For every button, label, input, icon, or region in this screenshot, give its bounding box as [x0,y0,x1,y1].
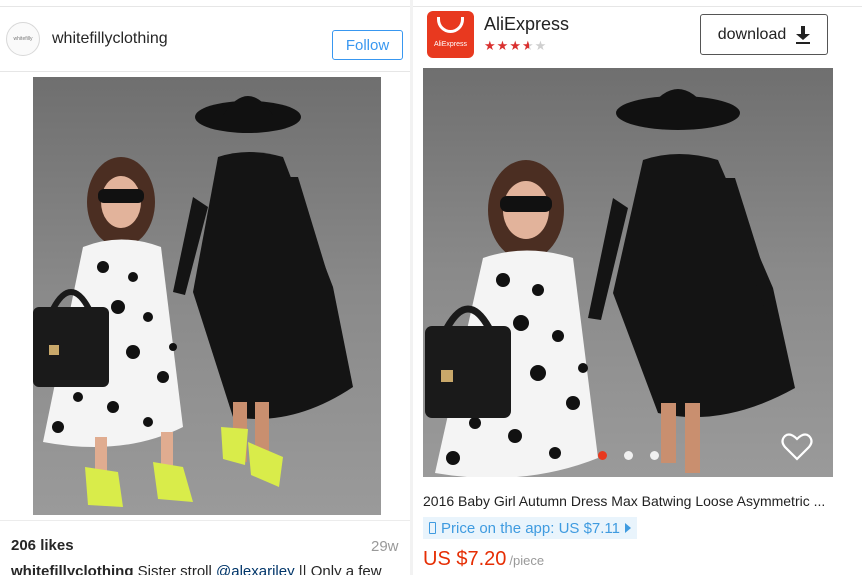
footer-divider [0,520,410,521]
aliexpress-product: AliExpress AliExpress ★★★★★ download 201… [413,0,862,575]
instagram-post: whitefilly whitefillyclothing Follow 206… [0,0,410,575]
avatar-text: whitefilly [13,36,33,42]
post-header: whitefilly whitefillyclothing Follow [0,6,410,72]
carousel-indicator [598,451,659,460]
star-icon: ★ [509,38,522,53]
product-photo[interactable] [423,68,833,477]
caption-text: Sister stroll [133,563,217,575]
download-label: download [717,25,787,43]
carousel-dot[interactable] [598,451,607,460]
product-title[interactable]: 2016 Baby Girl Autumn Dress Max Batwing … [423,493,843,509]
star-icon: ★ [496,38,510,53]
likes-count[interactable]: 206 likes [11,537,74,554]
star-empty-icon: ★ [534,38,548,53]
app-price-text: Price on the app: US $7.11 [441,519,621,537]
photo-two-girls [33,77,381,515]
carousel-dot[interactable] [650,451,659,460]
rating-stars: ★★★★★ [484,38,547,54]
post-photo[interactable] [33,77,381,515]
caption-mention[interactable]: @alexariley [216,563,295,575]
favorite-heart-icon[interactable] [780,430,814,464]
photo-two-girls [423,68,833,477]
chevron-right-icon [625,523,632,533]
app-price-banner[interactable]: Price on the app: US $7.11 [423,517,638,539]
avatar[interactable]: whitefilly [6,22,40,56]
half-star-icon: ★ [521,38,535,53]
app-banner: AliExpress AliExpress ★★★★★ download [413,6,862,64]
product-price: US $7.20/piece [423,548,544,571]
post-caption: whitefillyclothing Sister stroll @alexar… [11,563,382,575]
download-button[interactable]: download [700,14,828,55]
app-name: AliExpress [484,14,570,34]
phone-icon [429,522,436,534]
price-unit: /piece [509,553,545,568]
star-icon: ★ [484,38,497,53]
price-value: US $7.20 [423,548,507,570]
download-icon [796,25,811,44]
shopping-bag-icon [437,17,464,33]
carousel-dot[interactable] [624,451,633,460]
username[interactable]: whitefillyclothing [52,30,168,48]
post-time: 29w [371,538,399,555]
caption-username[interactable]: whitefillyclothing [11,563,134,575]
follow-button[interactable]: Follow [332,30,403,60]
aliexpress-logo: AliExpress [427,11,474,58]
logo-text: AliExpress [433,41,468,48]
caption-rest: || Only a few [294,563,382,575]
